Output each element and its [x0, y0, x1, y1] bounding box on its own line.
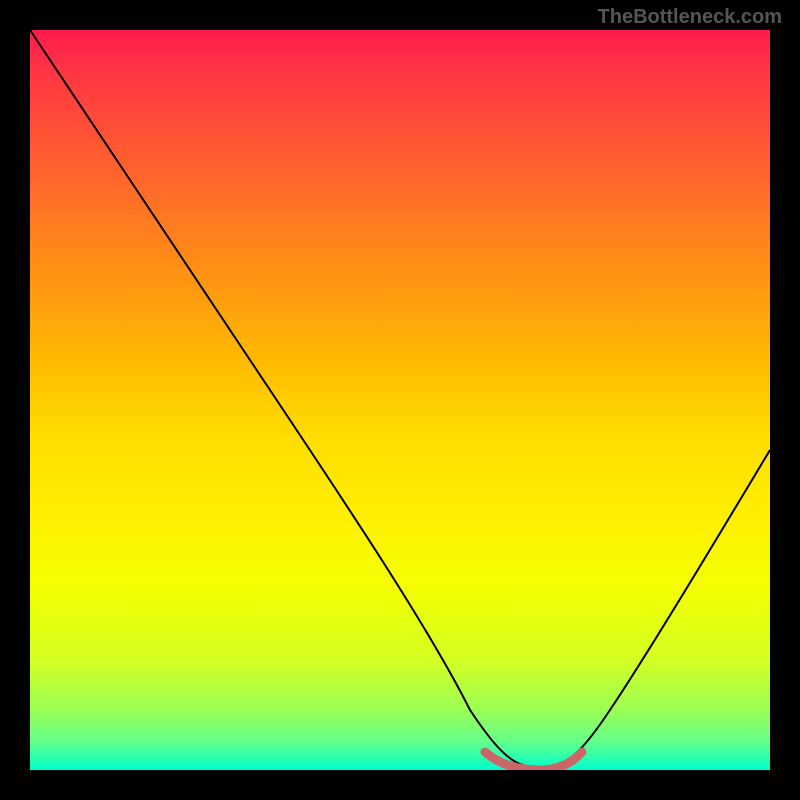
chart-container: TheBottleneck.com — [0, 0, 800, 800]
watermark-text: TheBottleneck.com — [598, 6, 782, 29]
optimal-band-marker — [485, 752, 582, 770]
plot-gradient-background — [30, 30, 770, 770]
bottleneck-curve-line — [30, 30, 770, 767]
curve-svg — [30, 30, 770, 770]
